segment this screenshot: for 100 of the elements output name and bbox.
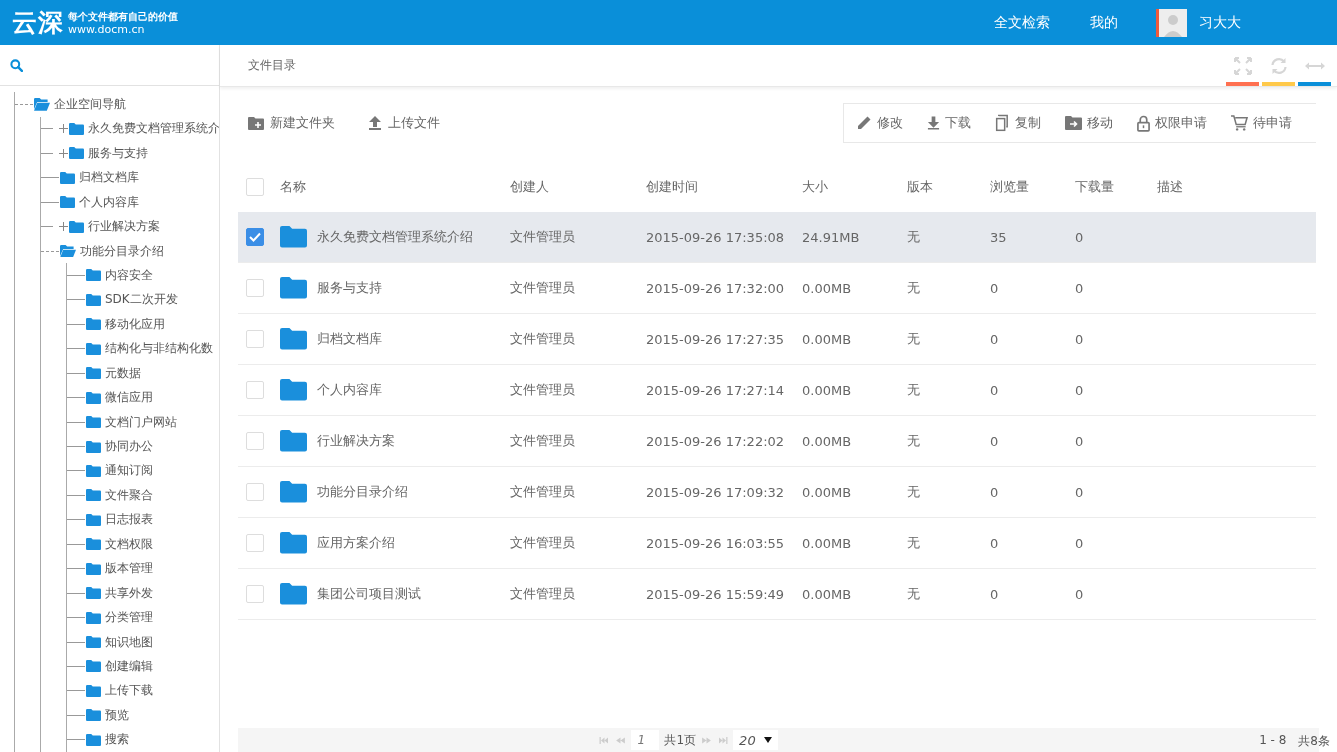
table-row[interactable]: 功能分目录介绍 文件管理员 2015-09-26 17:09:32 0.00MB 无 0 0 <box>238 467 1316 518</box>
table-cell-text: 2015-09-26 17:27:35 <box>646 331 786 347</box>
tree-item[interactable]: 版本管理 <box>105 560 153 578</box>
tree-item[interactable]: 共享外发 <box>105 584 153 602</box>
toolbar-button[interactable]: 下载 <box>927 114 971 132</box>
tree-item[interactable]: 上传下载 <box>105 682 153 700</box>
file-name[interactable]: 永久免费文档管理系统介绍 <box>317 228 473 246</box>
checkbox[interactable] <box>246 228 264 246</box>
table-row[interactable]: 永久免费文档管理系统介绍 文件管理员 2015-09-26 17:35:08 24.91MB 无 35 0 <box>238 212 1316 263</box>
table-cell-text: 文件管理员 <box>510 432 576 450</box>
table-cell-text: 2015-09-26 17:09:32 <box>646 484 786 500</box>
table-cell-text: 无 <box>907 381 921 399</box>
tree-item[interactable]: 微信应用 <box>105 389 153 407</box>
check-icon <box>249 232 261 242</box>
column-header[interactable]: 创建人 <box>510 178 646 196</box>
tree-item[interactable]: 服务与支持 <box>88 144 148 162</box>
table-row[interactable]: 服务与支持 文件管理员 2015-09-26 17:32:00 0.00MB 无 0 0 <box>238 263 1316 314</box>
folder-icon <box>280 430 307 452</box>
file-name[interactable]: 行业解决方案 <box>317 432 395 450</box>
tree-item[interactable]: 移动化应用 <box>105 315 165 333</box>
table-cell-text: 2015-09-26 15:59:49 <box>646 586 786 602</box>
tree-item[interactable]: 分类管理 <box>105 609 153 627</box>
tree-item[interactable]: 协同办公 <box>105 438 153 456</box>
table-cell-text: 无 <box>907 534 921 552</box>
user-name[interactable]: 习大大 <box>1199 13 1241 32</box>
table-cell-text: 35 <box>990 229 1008 245</box>
double-arrow-icon[interactable] <box>1304 60 1325 71</box>
toolbar-button[interactable]: 待申请 <box>1231 114 1292 132</box>
tree-item[interactable]: 日志报表 <box>105 511 153 529</box>
tree-item[interactable]: 功能分目录介绍 <box>80 242 164 260</box>
column-header[interactable]: 版本 <box>907 178 990 196</box>
tree-item[interactable]: 元数据 <box>105 364 141 382</box>
tree-item[interactable]: 结构化与非结构化数 <box>105 340 213 358</box>
last-page-icon[interactable] <box>717 736 729 744</box>
tree-item[interactable]: 知识地图 <box>105 633 153 651</box>
tree-item[interactable]: 通知订阅 <box>105 462 153 480</box>
plus-icon[interactable] <box>59 222 68 232</box>
first-page-icon[interactable] <box>599 736 611 744</box>
toolbar-button[interactable]: 修改 <box>856 114 903 132</box>
toolbar-button[interactable]: 上传文件 <box>368 114 440 132</box>
column-header[interactable]: 下载量 <box>1075 178 1157 196</box>
page-input[interactable]: 1 <box>631 730 660 750</box>
fullscreen-icon[interactable] <box>1232 55 1253 76</box>
table-cell-text: 文件管理员 <box>510 381 576 399</box>
table-cell-text: 0 <box>1075 382 1085 398</box>
file-name[interactable]: 个人内容库 <box>317 381 382 399</box>
table-cell-text: 无 <box>907 279 921 297</box>
table-cell-text: 0 <box>1075 229 1085 245</box>
column-header[interactable]: 描述 <box>1157 178 1316 196</box>
nav-link[interactable]: 全文检索 <box>994 13 1050 32</box>
tree-item[interactable]: 搜索 <box>105 731 129 749</box>
refresh-icon[interactable] <box>1268 55 1289 76</box>
tree-item[interactable]: 永久免费文档管理系统介 <box>88 120 219 138</box>
tree-item[interactable]: SDK二次开发 <box>105 291 178 309</box>
table-row[interactable]: 归档文档库 文件管理员 2015-09-26 17:27:35 0.00MB 无 0 0 <box>238 314 1316 365</box>
tree-item[interactable]: 文件聚合 <box>105 486 153 504</box>
folder-icon <box>280 583 307 605</box>
page-size-select[interactable]: 20 <box>733 730 778 750</box>
tree-item[interactable]: 行业解决方案 <box>88 218 160 236</box>
tree-item[interactable]: 内容安全 <box>105 266 153 284</box>
tree-item[interactable]: 企业空间导航 <box>54 95 126 113</box>
column-header[interactable]: 创建时间 <box>646 178 802 196</box>
avatar[interactable] <box>1156 8 1187 37</box>
new-folder-icon <box>248 116 264 130</box>
toolbar-button[interactable]: 新建文件夹 <box>248 114 335 132</box>
plus-icon[interactable] <box>59 124 68 134</box>
tree-item[interactable]: 归档文档库 <box>79 169 139 187</box>
download-icon <box>927 116 940 130</box>
file-name[interactable]: 集团公司项目测试 <box>317 585 421 603</box>
table-row[interactable]: 应用方案介绍 文件管理员 2015-09-26 16:03:55 0.00MB 无 0 0 <box>238 518 1316 569</box>
file-name[interactable]: 应用方案介绍 <box>317 534 395 552</box>
column-header[interactable]: 大小 <box>802 178 907 196</box>
table-cell-text: 0.00MB <box>802 535 853 551</box>
breadcrumb: 文件目录 <box>248 57 296 74</box>
next-page-icon[interactable] <box>701 736 713 744</box>
plus-icon[interactable] <box>59 148 68 158</box>
table-cell-text: 2015-09-26 17:22:02 <box>646 433 786 449</box>
tree-item[interactable]: 预览 <box>105 706 129 724</box>
folder-icon <box>280 481 307 503</box>
toolbar-button[interactable]: 移动 <box>1065 114 1113 132</box>
table-row[interactable]: 集团公司项目测试 文件管理员 2015-09-26 15:59:49 0.00MB 无 0 0 <box>238 569 1316 620</box>
toolbar-button[interactable]: 复制 <box>995 114 1041 132</box>
cart-icon <box>1231 115 1248 131</box>
table-cell-text: 文件管理员 <box>510 279 576 297</box>
tree-item[interactable]: 文档门户网站 <box>105 413 177 431</box>
column-header[interactable]: 名称 <box>280 178 510 196</box>
file-name[interactable]: 归档文档库 <box>317 330 382 348</box>
tree-item[interactable]: 创建编辑 <box>105 657 153 675</box>
table-cell-text: 无 <box>907 432 921 450</box>
file-name[interactable]: 功能分目录介绍 <box>317 483 408 501</box>
nav-link[interactable]: 我的 <box>1090 13 1118 32</box>
toolbar-button[interactable]: 权限申请 <box>1137 114 1207 132</box>
previous-page-icon[interactable] <box>615 736 627 744</box>
tree-item[interactable]: 文档权限 <box>105 535 153 553</box>
table-cell-text: 0.00MB <box>802 382 853 398</box>
table-row[interactable]: 行业解决方案 文件管理员 2015-09-26 17:22:02 0.00MB 无 0 0 <box>238 416 1316 467</box>
table-row[interactable]: 个人内容库 文件管理员 2015-09-26 17:27:14 0.00MB 无 0 0 <box>238 365 1316 416</box>
file-name[interactable]: 服务与支持 <box>317 279 382 297</box>
column-header[interactable]: 浏览量 <box>990 178 1075 196</box>
tree-item[interactable]: 个人内容库 <box>79 193 139 211</box>
